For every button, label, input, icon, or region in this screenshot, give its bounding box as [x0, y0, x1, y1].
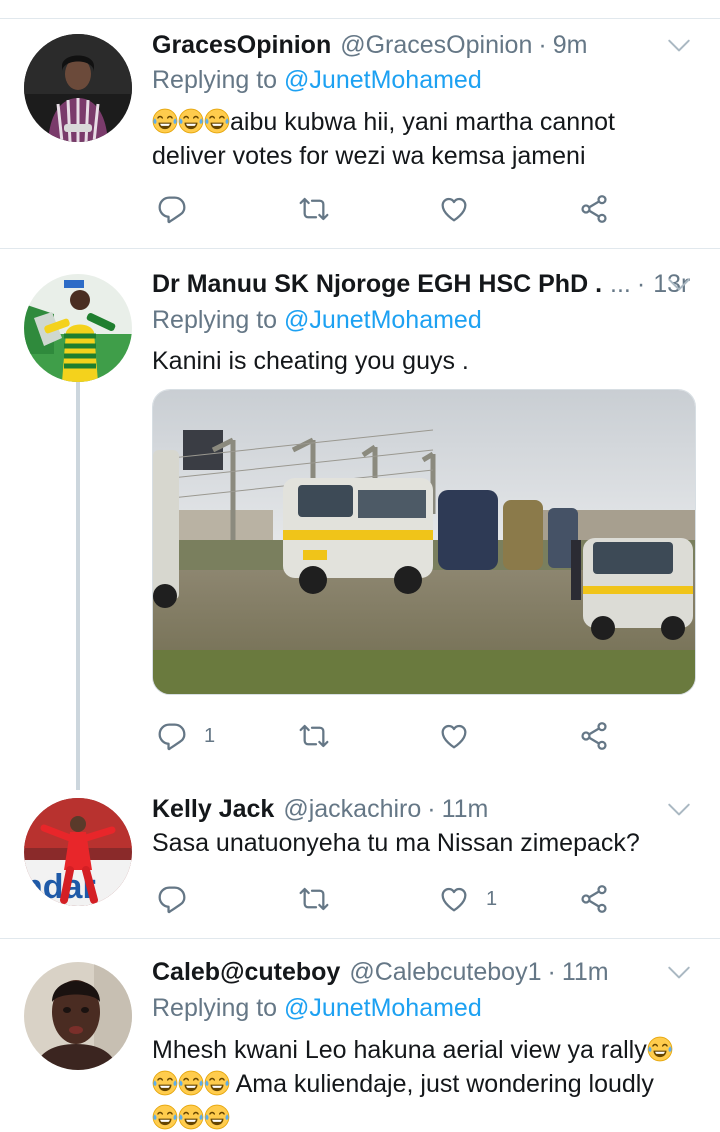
laughing-emoji-icon — [152, 1104, 178, 1130]
name-overflow: ... — [610, 269, 631, 298]
like-button[interactable] — [438, 184, 470, 234]
reply-button[interactable]: 1 — [156, 711, 215, 761]
reply-icon — [156, 883, 188, 915]
share-icon — [578, 193, 610, 225]
retweet-icon — [298, 193, 330, 225]
avatar[interactable] — [24, 274, 132, 382]
reply-button[interactable] — [156, 874, 188, 924]
laughing-emoji-icon — [204, 1104, 230, 1130]
chevron-down-icon[interactable] — [666, 32, 692, 58]
action-bar — [152, 184, 632, 234]
reply-count: 1 — [204, 724, 216, 747]
handle[interactable]: @jackachiro — [283, 795, 421, 824]
like-button[interactable] — [438, 711, 470, 761]
tweet-text: aibu kubwa hii, yani martha cannot deliv… — [152, 105, 692, 173]
tweet-text-line-2: Ama kuliendaje, just wondering loudly — [230, 1070, 654, 1098]
laughing-emoji-icon — [152, 108, 178, 134]
replying-to: Replying to @JunetMohamed — [152, 66, 482, 95]
share-icon — [578, 883, 610, 915]
share-button[interactable] — [578, 874, 610, 924]
share-button[interactable] — [578, 711, 610, 761]
time-dot: · — [636, 269, 646, 298]
replying-prefix: Replying to — [152, 306, 278, 334]
timestamp[interactable]: 9m — [553, 31, 588, 60]
thread-line — [76, 382, 80, 790]
display-name[interactable]: Dr Manuu SK Njoroge EGH HSC PhD . — [152, 270, 602, 299]
laughing-emoji-icon — [152, 1070, 178, 1096]
avatar[interactable] — [24, 34, 132, 142]
retweet-icon — [298, 883, 330, 915]
timestamp[interactable]: 11m — [442, 795, 489, 824]
action-bar: 1 — [152, 711, 632, 761]
mention-link[interactable]: @JunetMohamed — [284, 994, 482, 1022]
avatar[interactable]: ndar — [24, 798, 132, 906]
tweet-text-line-1: Mhesh kwani Leo hakuna aerial view ya ra… — [152, 1036, 647, 1064]
handle[interactable]: @Calebcuteboy1 — [349, 958, 541, 987]
top-divider — [0, 18, 720, 19]
reply-button[interactable] — [156, 184, 188, 234]
chevron-down-icon[interactable] — [666, 796, 692, 822]
share-button[interactable] — [578, 184, 610, 234]
replying-prefix: Replying to — [152, 66, 278, 94]
tweet-photo[interactable] — [152, 389, 696, 695]
tweet-divider — [0, 938, 720, 939]
reply-icon — [156, 720, 188, 752]
mention-link[interactable]: @JunetMohamed — [284, 306, 482, 334]
replying-to: Replying to @JunetMohamed — [152, 994, 482, 1023]
separator: · — [538, 30, 547, 59]
like-icon — [438, 193, 470, 225]
mention-link[interactable]: @JunetMohamed — [284, 66, 482, 94]
share-icon — [578, 720, 610, 752]
display-name[interactable]: Kelly Jack — [152, 795, 274, 824]
laughing-emoji-icon — [178, 108, 204, 134]
retweet-icon — [298, 720, 330, 752]
like-icon — [438, 883, 470, 915]
laughing-emoji-icon — [178, 1070, 204, 1096]
tweet-text: Kanini is cheating you guys . — [152, 347, 469, 375]
retweet-button[interactable] — [298, 711, 330, 761]
display-name[interactable]: Caleb@cuteboy — [152, 958, 340, 987]
tweet-text: Sasa unatuonyeha tu ma Nissan zimepack? — [152, 829, 640, 857]
like-icon — [438, 720, 470, 752]
replying-prefix: Replying to — [152, 994, 278, 1022]
like-button[interactable]: 1 — [438, 874, 497, 924]
tweet-divider — [0, 248, 720, 249]
display-name[interactable]: GracesOpinion — [152, 31, 331, 60]
laughing-emoji-icon — [178, 1104, 204, 1130]
reply-icon — [156, 193, 188, 225]
action-bar: 1 — [152, 874, 632, 924]
chevron-down-icon[interactable] — [666, 959, 692, 985]
replying-to: Replying to @JunetMohamed — [152, 306, 482, 335]
retweet-button[interactable] — [298, 184, 330, 234]
retweet-button[interactable] — [298, 874, 330, 924]
separator: · — [427, 794, 436, 823]
avatar[interactable] — [24, 962, 132, 1070]
tweet-text: Mhesh kwani Leo hakuna aerial view ya ra… — [152, 1033, 697, 1132]
laughing-emoji-icon — [204, 108, 230, 134]
laughing-emoji-icon — [204, 1070, 230, 1096]
chevron-down-icon[interactable] — [666, 271, 692, 297]
laughing-emoji-icon — [647, 1036, 673, 1062]
like-count: 1 — [486, 887, 498, 910]
separator: · — [547, 957, 556, 986]
handle[interactable]: @GracesOpinion — [340, 31, 532, 60]
timestamp[interactable]: 11m — [562, 958, 609, 987]
